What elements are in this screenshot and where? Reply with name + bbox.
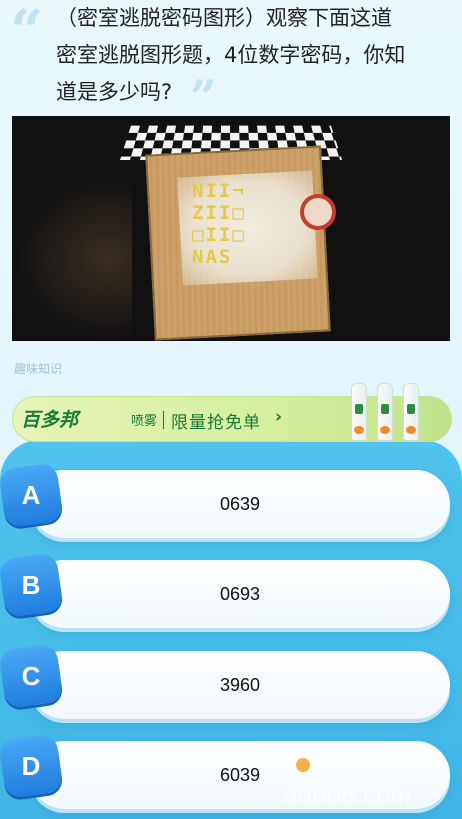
category-label: 趣味知识 [14, 362, 63, 376]
option-a-badge[interactable]: A [0, 462, 64, 528]
question-line-1: （密室逃脱密码图形）观察下面这道 [56, 6, 392, 30]
ad-divider [163, 411, 164, 429]
option-c[interactable]: 3960 [30, 651, 450, 719]
question-line-2: 密室逃脱图形题，4位数字密码，你知 [56, 43, 406, 67]
red-stamp-icon [300, 194, 336, 230]
option-a-value: 0639 [219, 494, 261, 514]
watermark: dd008.com [284, 782, 412, 809]
option-d-badge[interactable]: D [0, 733, 64, 799]
ad-brand-suffix: 喷雾 [131, 414, 158, 429]
option-c-badge[interactable]: C [0, 643, 64, 709]
spray-bottle-icon [351, 383, 367, 441]
spray-bottle-icon [377, 383, 393, 441]
puzzle-photo: NII¬ ZII□ □II□ NAS [12, 116, 450, 341]
option-b-value: 0693 [219, 584, 261, 604]
chevron-right-icon: › [275, 407, 283, 427]
ad-banner[interactable]: 百多邦 喷雾 限量抢免单 › [12, 383, 452, 442]
option-a[interactable]: 0639 [30, 470, 450, 538]
hand-shadow [12, 176, 132, 341]
option-b-badge[interactable]: B [0, 552, 64, 618]
watermark-logo-icon [296, 758, 310, 772]
option-c-value: 3960 [219, 675, 261, 695]
ad-brand-logo: 百多邦 [21, 410, 79, 431]
yellow-code-pattern: NII¬ ZII□ □II□ NAS [192, 180, 246, 268]
question-text: （密室逃脱密码图形）观察下面这道 密室逃脱图形题，4位数字密码，你知 道是多少吗… [56, 0, 452, 111]
close-quote-icon: ” [190, 70, 217, 124]
ad-text: 限量抢免单 [171, 413, 261, 433]
spray-bottle-icon [403, 383, 419, 441]
open-quote-icon: “ [10, 0, 44, 65]
option-b[interactable]: 0693 [30, 560, 450, 628]
question-line-3: 道是多少吗? [56, 80, 173, 104]
